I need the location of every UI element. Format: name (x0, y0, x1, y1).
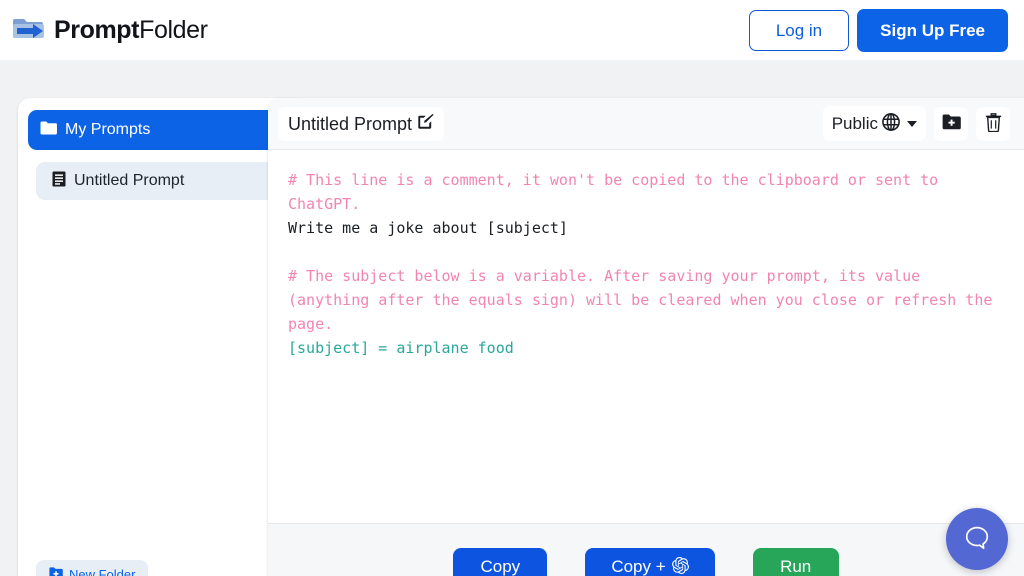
visibility-dropdown[interactable]: Public (823, 106, 926, 141)
prompt-editor-textarea[interactable]: # This line is a comment, it won't be co… (268, 150, 1024, 523)
globe-icon (882, 113, 900, 134)
prompt-panel-header: Untitled Prompt Public (268, 98, 1024, 150)
copy-to-chatgpt-label: Copy + (611, 558, 665, 575)
chat-bubble-icon (963, 524, 991, 555)
editor-line-comment: # The subject below is a variable. After… (288, 264, 1004, 336)
new-folder-button[interactable]: New Folder (36, 560, 148, 576)
sidebar-panel: My Prompts Untitled Prompt (18, 98, 310, 576)
copy-button[interactable]: Copy (453, 548, 547, 576)
prompt-title-edit[interactable]: Untitled Prompt (278, 107, 444, 141)
add-to-folder-button[interactable] (934, 107, 968, 141)
prompt-action-bar: Copy Copy + Run (268, 523, 1024, 576)
sidebar-item-untitled-prompt[interactable]: Untitled Prompt (36, 162, 294, 200)
folder-plus-icon (942, 114, 961, 133)
delete-prompt-button[interactable] (976, 107, 1010, 141)
new-folder-label: New Folder (69, 567, 135, 576)
brand-name-light: Folder (139, 16, 207, 44)
openai-icon (672, 557, 689, 576)
prompt-panel: Untitled Prompt Public (268, 98, 1024, 576)
sidebar-item-my-prompts-label: My Prompts (65, 121, 150, 139)
chevron-down-icon (907, 121, 917, 127)
editor-line-blank (288, 240, 1004, 264)
top-navigation-bar: PromptFolder Log in Sign Up Free (0, 0, 1024, 60)
folder-plus-icon (49, 567, 63, 576)
nav-actions: Log in Sign Up Free (749, 9, 1008, 52)
copy-to-chatgpt-button[interactable]: Copy + (585, 548, 714, 576)
brand-name-bold: Prompt (54, 16, 139, 44)
editor-line-comment: # This line is a comment, it won't be co… (288, 168, 1004, 216)
folder-icon (40, 121, 57, 140)
pencil-square-icon[interactable] (417, 113, 434, 135)
run-button[interactable]: Run (753, 548, 839, 576)
editor-line-variable: [subject] = airplane food (288, 336, 1004, 360)
brand-name: PromptFolder (54, 18, 208, 43)
sidebar-item-my-prompts[interactable]: My Prompts (28, 110, 300, 150)
editor-line-plain: Write me a joke about [subject] (288, 216, 1004, 240)
trash-icon (985, 113, 1002, 135)
document-icon (52, 171, 66, 192)
sidebar-item-untitled-prompt-label: Untitled Prompt (74, 172, 184, 190)
page-title: Untitled Prompt (288, 115, 412, 133)
login-button[interactable]: Log in (749, 10, 849, 51)
visibility-label: Public (832, 115, 878, 132)
prompt-panel-header-actions: Public (823, 106, 1010, 141)
signup-button[interactable]: Sign Up Free (857, 9, 1008, 52)
brand-logo-link[interactable]: PromptFolder (12, 17, 208, 43)
folder-arrow-icon (12, 17, 46, 43)
page-body: My Prompts Untitled Prompt (0, 60, 1024, 576)
support-chat-launcher[interactable] (946, 508, 1008, 570)
